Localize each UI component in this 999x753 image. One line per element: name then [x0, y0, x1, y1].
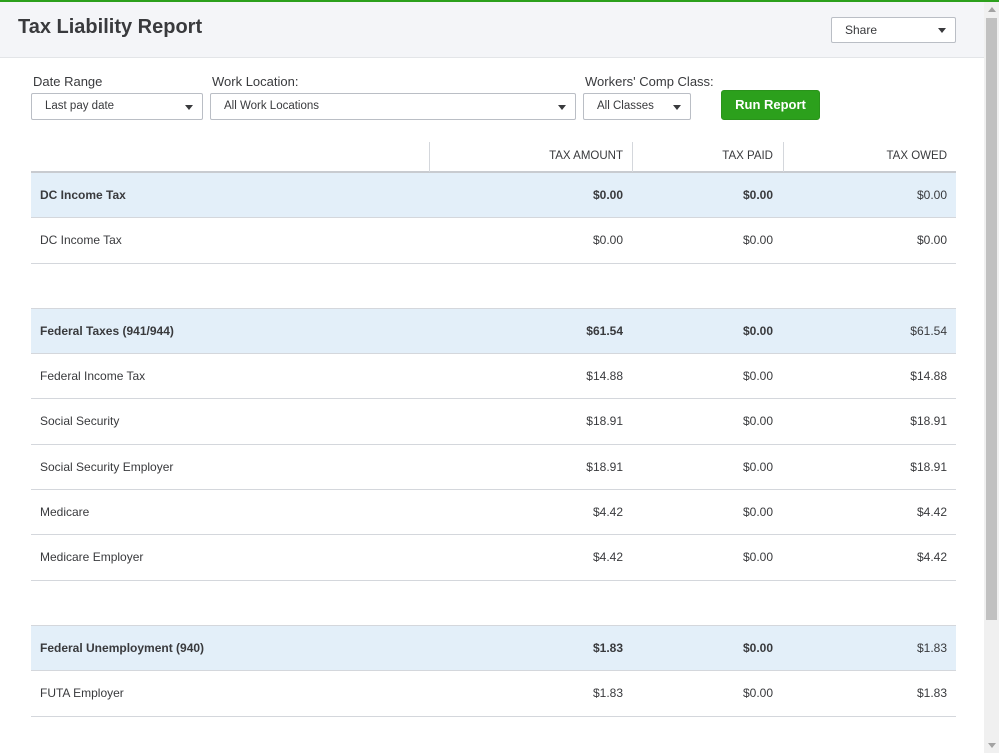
- tax-name-cell: FUTA Employer: [40, 686, 124, 701]
- group-row: DC Income Tax $0.00 $0.00 $0.00: [31, 173, 956, 219]
- page-header: Tax Liability Report Share: [0, 2, 984, 58]
- share-label: Share: [845, 23, 878, 37]
- group-row: Federal Unemployment (940) $1.83 $0.00 $1.8…: [31, 625, 956, 672]
- tax-amount-cell: $1.83: [592, 640, 623, 655]
- column-header-tax-amount[interactable]: TAX AMOUNT: [549, 150, 623, 162]
- tax-name-cell: DC Income Tax: [40, 233, 122, 248]
- tax-owed-cell: $0.00: [916, 188, 947, 202]
- tax-owed-cell: $18.91: [910, 414, 947, 429]
- column-divider: [783, 142, 784, 172]
- tax-name-cell: Federal Taxes (941/944): [40, 323, 174, 338]
- table-row: DC Income Tax $0.00 $0.00 $0.00: [31, 218, 956, 264]
- page-title: Tax Liability Report: [18, 16, 203, 38]
- tax-owed-cell: $18.91: [910, 459, 947, 474]
- tax-name-cell: Federal Income Tax: [40, 369, 146, 384]
- workers-comp-value: All Classes: [597, 100, 654, 112]
- tax-name-cell: Federal Unemployment (940): [40, 640, 205, 655]
- run-report-button[interactable]: Run Report: [721, 90, 820, 120]
- tax-owed-cell: $14.88: [910, 369, 947, 384]
- workers-comp-select[interactable]: All Classes: [583, 93, 691, 120]
- work-location-select[interactable]: All Work Locations: [210, 93, 576, 120]
- tax-paid-cell: $0.00: [742, 459, 773, 474]
- tax-name-cell: Social Security: [40, 414, 120, 429]
- tax-paid-cell: $0.00: [742, 640, 773, 655]
- spacer-row: [31, 264, 956, 309]
- chevron-down-icon: [938, 28, 946, 33]
- table-row: Social Security Employer $18.91 $0.00 $18.9…: [31, 445, 956, 491]
- tax-amount-cell: $0.00: [592, 188, 623, 202]
- table-row: Federal Income Tax $14.88 $0.00 $14.88: [31, 354, 956, 400]
- tax-liability-table: TAX AMOUNT TAX PAID TAX OWED DC Income T…: [31, 140, 956, 717]
- scrollbar-thumb[interactable]: [986, 18, 997, 620]
- table-body: DC Income Tax $0.00 $0.00 $0.00 DC Income Ta…: [31, 173, 956, 717]
- tax-owed-cell: $4.42: [916, 550, 947, 565]
- column-header-tax-paid[interactable]: TAX PAID: [722, 150, 773, 162]
- table-row: FUTA Employer $1.83 $0.00 $1.83: [31, 671, 956, 717]
- tax-amount-cell: $18.91: [586, 414, 623, 429]
- chevron-down-icon: [558, 105, 566, 110]
- date-range-value: Last pay date: [45, 100, 115, 112]
- vertical-scrollbar[interactable]: [984, 2, 999, 753]
- report-page: Tax Liability Report Share Date Range La…: [0, 2, 984, 753]
- tax-owed-cell: $1.83: [916, 640, 947, 655]
- spacer-row: [31, 581, 956, 626]
- tax-amount-cell: $0.00: [592, 233, 623, 248]
- tax-name-cell: Medicare Employer: [40, 550, 144, 565]
- work-location-value: All Work Locations: [224, 100, 320, 112]
- tax-amount-cell: $4.42: [592, 550, 623, 565]
- tax-owed-cell: $1.83: [916, 686, 947, 701]
- table-row: Medicare $4.42 $0.00 $4.42: [31, 490, 956, 536]
- column-divider: [632, 142, 633, 172]
- tax-name-cell: DC Income Tax: [40, 188, 126, 202]
- tax-amount-cell: $18.91: [586, 459, 623, 474]
- column-divider: [429, 142, 430, 172]
- scroll-down-arrow-icon[interactable]: [988, 743, 996, 748]
- tax-paid-cell: $0.00: [742, 188, 773, 202]
- tax-owed-cell: $0.00: [916, 233, 947, 248]
- date-range-select[interactable]: Last pay date: [31, 93, 203, 120]
- date-range-label: Date Range: [33, 74, 103, 89]
- tax-amount-cell: $61.54: [586, 323, 623, 338]
- chevron-down-icon: [673, 105, 681, 110]
- tax-paid-cell: $0.00: [742, 505, 773, 520]
- work-location-label: Work Location:: [212, 74, 299, 89]
- tax-paid-cell: $0.00: [742, 369, 773, 384]
- table-row: Medicare Employer $4.42 $0.00 $4.42: [31, 535, 956, 581]
- tax-paid-cell: $0.00: [742, 686, 773, 701]
- chevron-down-icon: [185, 105, 193, 110]
- tax-name-cell: Medicare: [40, 505, 90, 520]
- tax-paid-cell: $0.00: [742, 233, 773, 248]
- tax-owed-cell: $61.54: [910, 323, 947, 338]
- share-dropdown[interactable]: Share: [831, 17, 956, 43]
- table-row: Social Security $18.91 $0.00 $18.91: [31, 399, 956, 445]
- scroll-up-arrow-icon[interactable]: [988, 7, 996, 12]
- table-header: TAX AMOUNT TAX PAID TAX OWED: [31, 140, 956, 173]
- tax-amount-cell: $1.83: [592, 686, 623, 701]
- tax-paid-cell: $0.00: [742, 323, 773, 338]
- tax-paid-cell: $0.00: [742, 414, 773, 429]
- tax-amount-cell: $14.88: [586, 369, 623, 384]
- workers-comp-label: Workers' Comp Class:: [585, 74, 714, 89]
- tax-amount-cell: $4.42: [592, 505, 623, 520]
- group-row: Federal Taxes (941/944) $61.54 $0.00 $61.54: [31, 308, 956, 355]
- tax-name-cell: Social Security Employer: [40, 459, 174, 474]
- tax-paid-cell: $0.00: [742, 550, 773, 565]
- tax-owed-cell: $4.42: [916, 505, 947, 520]
- column-header-tax-owed[interactable]: TAX OWED: [887, 150, 947, 162]
